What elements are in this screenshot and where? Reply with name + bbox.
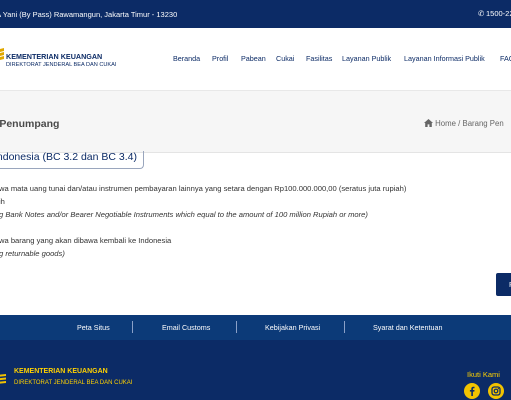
brand-title[interactable]: KEMENTERIAN KEUANGAN (6, 52, 102, 61)
nav-item-beranda[interactable]: Beranda (173, 54, 200, 63)
footer-link-email-customs[interactable]: Email Customs (162, 323, 210, 332)
nav-item-cukai[interactable]: Cukai (276, 54, 294, 63)
footer-brand-subtitle: DIREKTORAT JENDERAL BEA DAN CUKAI (14, 380, 133, 386)
content-line-fragment: ih (0, 197, 5, 206)
nav-item-profil[interactable]: Profil (212, 54, 228, 63)
phone-number: 1500-22 (486, 9, 511, 18)
wing-logo-icon[interactable] (0, 48, 4, 62)
page-title: g Penumpang (0, 118, 60, 130)
phone-icon: ✆ (478, 9, 485, 18)
nav-item-fasilitas[interactable]: Fasilitas (306, 54, 332, 63)
nav-item-faq[interactable]: FAQ (500, 54, 511, 63)
nav-item-layanan-informasi-publik[interactable]: Layanan Informasi Publik (404, 54, 485, 63)
nav-item-pabean[interactable]: Pabean (241, 54, 266, 63)
follow-us-label: Ikuti Kami (467, 370, 500, 379)
wing-logo-icon (0, 374, 6, 384)
contact-phone[interactable]: ✆ 1500-22 (478, 9, 511, 18)
nav-item-layanan-publik[interactable]: Layanan Publik (342, 54, 391, 63)
content-line-cash: wa mata uang tunai dan/atau instrumen pe… (0, 184, 407, 193)
facebook-icon[interactable] (464, 383, 480, 399)
footer-link-kebijakan-privasi[interactable]: Kebijakan Privasi (265, 323, 320, 332)
page-title-bar: g Penumpang Home / Barang Pen (0, 91, 511, 153)
home-icon[interactable] (424, 119, 433, 127)
office-address: eral A Yani (By Pass) Rawamangun, Jakart… (0, 10, 178, 19)
content-line-returnable: wa barang yang akan dibawa kembali ke In… (0, 236, 172, 245)
content-line-cash-english: g Bank Notes and/or Bearer Negotiable In… (0, 210, 368, 219)
content-line-returnable-english: g returnable goods) (0, 249, 65, 258)
breadcrumb-separator: / (458, 119, 461, 128)
section-title: Indonesia (BC 3.2 dan BC 3.4) (0, 151, 145, 169)
breadcrumb: Home / Barang Pen (424, 119, 504, 128)
footer-nav: Peta Situs Email Customs Kebijakan Priva… (0, 315, 511, 340)
breadcrumb-home[interactable]: Home (435, 119, 456, 128)
brand-subtitle: DIREKTORAT JENDERAL BEA DAN CUKAI (6, 62, 117, 68)
footer-divider (132, 321, 133, 333)
footer-divider (344, 321, 345, 333)
breadcrumb-current: Barang Pen (462, 119, 504, 128)
footer-link-peta-situs[interactable]: Peta Situs (77, 323, 110, 332)
footer-link-syarat-ketentuan[interactable]: Syarat dan Ketentuan (373, 323, 443, 332)
footer-divider (236, 321, 237, 333)
instagram-icon[interactable] (488, 383, 504, 399)
footer-brand-title: KEMENTERIAN KEUANGAN (14, 368, 108, 375)
top-info-bar: eral A Yani (By Pass) Rawamangun, Jakart… (0, 0, 511, 28)
next-button[interactable]: P (496, 273, 511, 296)
site-header: KEMENTERIAN KEUANGAN DIREKTORAT JENDERAL… (0, 28, 511, 91)
